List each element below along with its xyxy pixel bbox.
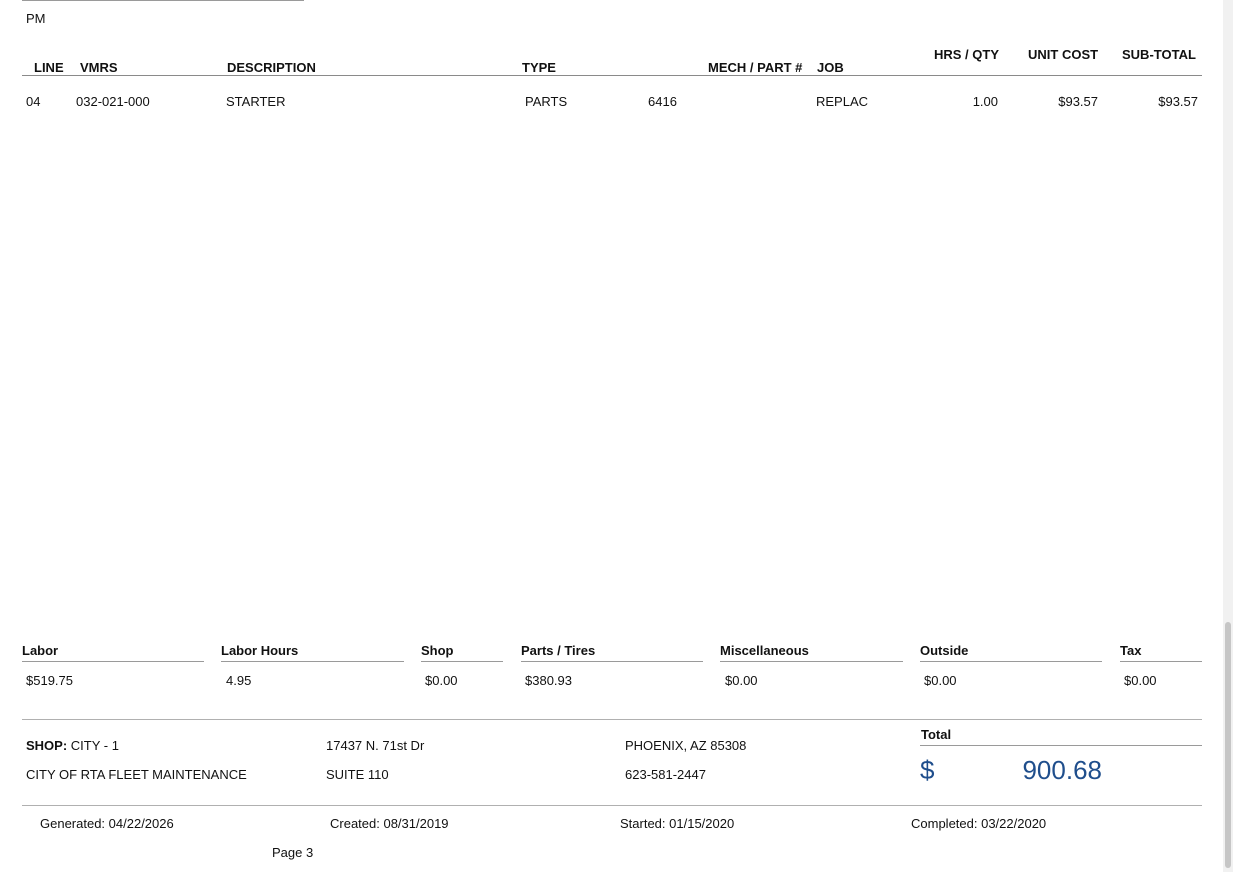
created-date: Created: 08/31/2019 <box>330 816 449 831</box>
summary-label-shop: Shop <box>421 643 454 658</box>
col-header-unit-cost: UNIT COST <box>1028 47 1099 62</box>
cell-sub-total: $93.57 <box>1158 94 1198 109</box>
summary-label-labor: Labor <box>22 643 59 658</box>
cell-description: STARTER <box>226 94 286 109</box>
shop-city-state-zip: PHOENIX, AZ 85308 <box>625 738 747 753</box>
total-underline <box>920 745 1202 746</box>
completed-date: Completed: 03/22/2020 <box>911 816 1047 831</box>
summary-value-parts-tires: $380.93 <box>525 673 572 688</box>
shop-address-line1: 17437 N. 71st Dr <box>326 738 425 753</box>
cell-type: PARTS <box>525 94 568 109</box>
col-header-vmrs: VMRS <box>80 60 118 75</box>
summary-underline <box>421 661 503 662</box>
shop-org: CITY OF RTA FLEET MAINTENANCE <box>26 767 247 782</box>
dates-divider <box>22 805 1202 806</box>
summary-value-miscellaneous: $0.00 <box>725 673 758 688</box>
summary-label-outside: Outside <box>920 643 969 658</box>
vertical-scrollbar[interactable] <box>1223 0 1233 872</box>
cell-job: REPLAC <box>816 94 869 109</box>
col-header-job: JOB <box>817 60 844 75</box>
cell-part-number: 6416 <box>648 94 677 109</box>
shop-phone: 623-581-2447 <box>625 767 706 782</box>
cell-vmrs: 032-021-000 <box>76 94 150 109</box>
summary-underline <box>22 661 204 662</box>
page-number: Page 3 <box>272 845 314 860</box>
total-amount: 900.68 <box>1022 755 1102 785</box>
summary-label-tax: Tax <box>1120 643 1142 658</box>
summary-value-labor-hours: 4.95 <box>226 673 252 688</box>
cell-line: 04 <box>26 94 41 109</box>
summary-underline <box>521 661 703 662</box>
summary-underline <box>720 661 903 662</box>
shop-section-divider <box>22 719 1202 720</box>
top-divider <box>22 0 304 1</box>
shop-label: SHOP: <box>26 738 68 753</box>
summary-value-labor: $519.75 <box>26 673 73 688</box>
summary-label-miscellaneous: Miscellaneous <box>720 643 809 658</box>
col-header-type: TYPE <box>522 60 556 75</box>
summary-value-tax: $0.00 <box>1124 673 1157 688</box>
scrollbar-thumb[interactable] <box>1225 622 1231 868</box>
col-header-mech-part: MECH / PART # <box>708 60 803 75</box>
header-divider <box>22 75 1202 76</box>
total-currency-symbol: $ <box>920 755 935 785</box>
shop-name: CITY - 1 <box>70 738 119 753</box>
summary-underline <box>1120 661 1202 662</box>
summary-underline <box>221 661 404 662</box>
total-label: Total <box>921 727 952 742</box>
cell-hrs-qty: 1.00 <box>972 94 998 109</box>
generated-date: Generated: 04/22/2026 <box>40 816 174 831</box>
shop-line: SHOP: CITY - 1 <box>26 738 119 753</box>
cell-unit-cost: $93.57 <box>1058 94 1098 109</box>
col-header-description: DESCRIPTION <box>227 60 316 75</box>
shop-address-line2: SUITE 110 <box>326 767 389 782</box>
summary-value-shop: $0.00 <box>425 673 458 688</box>
col-header-sub-total: SUB-TOTAL <box>1122 47 1196 62</box>
col-header-hrs-qty: HRS / QTY <box>934 47 1000 62</box>
started-date: Started: 01/15/2020 <box>620 816 735 831</box>
col-header-line: LINE <box>34 60 64 75</box>
section-label: PM <box>26 11 46 26</box>
summary-label-labor-hours: Labor Hours <box>221 643 299 658</box>
summary-label-parts-tires: Parts / Tires <box>521 643 596 658</box>
summary-underline <box>920 661 1102 662</box>
summary-value-outside: $0.00 <box>924 673 957 688</box>
